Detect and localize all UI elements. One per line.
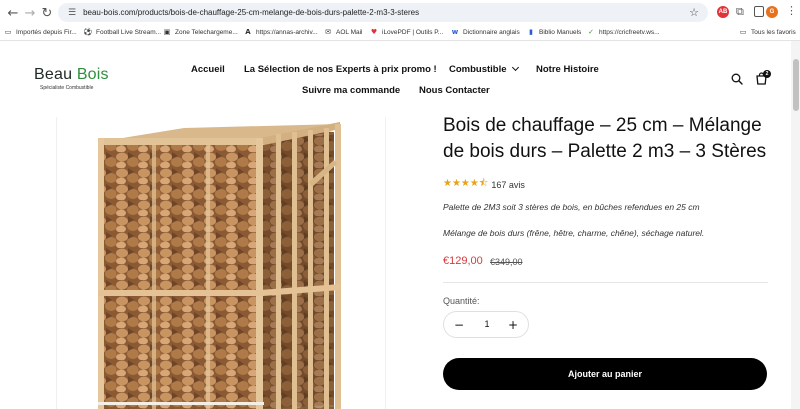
bookmark-item[interactable]: ✓ https://cricfreetv.ws... [587,28,660,36]
site-info-icon[interactable]: ☰ [68,8,76,18]
address-bar[interactable]: ☰ beau-bois.com/products/bois-de-chauffa… [58,3,708,22]
bookmark-item[interactable]: ▣ Zone Telechargeme... [163,28,238,36]
bookmark-item[interactable]: ⚽ Football Live Stream... [84,28,161,36]
bookmark-item[interactable]: ▭ Tous les favoris [739,28,796,36]
forward-arrow-icon[interactable]: → [21,4,39,22]
annas-icon: A [245,28,251,36]
bookmark-star-icon[interactable]: ☆ [689,6,699,19]
quantity-value[interactable]: 1 [479,319,495,329]
divider [443,282,768,283]
profile-avatar[interactable]: G [766,6,778,18]
scrollbar-thumb[interactable] [793,59,799,111]
nav-accueil[interactable]: Accueil [191,64,225,75]
product-rating[interactable]: ★★★★⯪ 167 avis [443,176,525,193]
nav-combustible[interactable]: Combustible [449,63,519,75]
product-title: Bois de chauffage – 25 cm – Mélange de b… [443,115,767,162]
quantity-stepper: − 1 + [443,311,529,338]
url-text: beau-bois.com/products/bois-de-chauffage… [83,8,420,17]
reload-icon[interactable]: ↻ [38,4,56,22]
increase-quantity-button[interactable]: + [505,317,521,333]
back-arrow-icon[interactable]: ← [4,4,22,22]
search-icon[interactable] [731,73,743,85]
nav-suivre-commande[interactable]: Suivre ma commande [302,85,400,96]
menu-kebab-icon[interactable]: ⋮ [786,4,797,17]
browser-toolbar: ← → ↻ ☰ beau-bois.com/products/bois-de-c… [0,0,800,25]
extensions-puzzle-icon[interactable]: ⧉ [736,5,744,19]
wr-icon: w [451,28,459,36]
decrease-quantity-button[interactable]: − [451,317,467,333]
check-icon: ✓ [588,28,594,36]
book-icon: ▮ [529,28,533,36]
side-panel-icon[interactable] [754,6,764,17]
mail-icon: ✉ [325,28,331,36]
nav-notre-histoire[interactable]: Notre Histoire [536,64,599,75]
add-to-cart-button[interactable]: Ajouter au panier [443,358,767,390]
sale-price: €129,00 [443,255,483,267]
extension-icon[interactable]: AB [717,6,729,18]
product-description-line2: Mélange de bois durs (frêne, hêtre, char… [443,228,705,238]
bookmark-item[interactable]: w Dictionnaire anglais [451,28,520,36]
chevron-down-icon [511,63,519,72]
review-count: 167 avis [491,179,525,190]
product-image-firewood-pallet[interactable] [94,120,344,409]
folder-icon: ▭ [4,28,12,36]
product-description-line1: Palette de 2M3 soit 3 stères de bois, en… [443,202,700,212]
star-rating-icon: ★★★★⯪ [443,178,489,189]
folder-icon: ▭ [739,28,747,36]
download-icon: ▣ [163,28,171,36]
bookmark-item[interactable]: Ahttps://annas-archiv... [244,28,317,36]
bookmark-item[interactable]: ♥ iLovePDF | Outils P... [370,28,443,36]
original-price: €349,00 [490,257,523,267]
bookmark-item[interactable]: ▭ Importés depuis Fir... [4,28,77,36]
nav-nous-contacter[interactable]: Nous Contacter [419,85,490,96]
brand-name-part1: Beau [34,66,77,83]
brand-tagline: Spécialiste Combustible [40,85,94,91]
site-logo[interactable]: Beau Bois Spécialiste Combustible [34,66,109,91]
quantity-label: Quantité: [443,296,480,306]
cart-count-badge: 2 [763,70,771,78]
bookmark-item[interactable]: ✉ AOL Mail [324,28,362,36]
ilovepdf-icon: ♥ [370,28,378,36]
brand-name-part2: Bois [76,66,109,83]
bookmarks-bar: ▭ Importés depuis Fir... ⚽ Football Live S… [0,25,800,41]
bookmark-item[interactable]: ▮ Biblio Manuels [527,28,581,36]
nav-selection-experts[interactable]: La Sélection de nos Experts à prix promo… [244,64,437,75]
stream-icon: ⚽ [83,28,93,36]
